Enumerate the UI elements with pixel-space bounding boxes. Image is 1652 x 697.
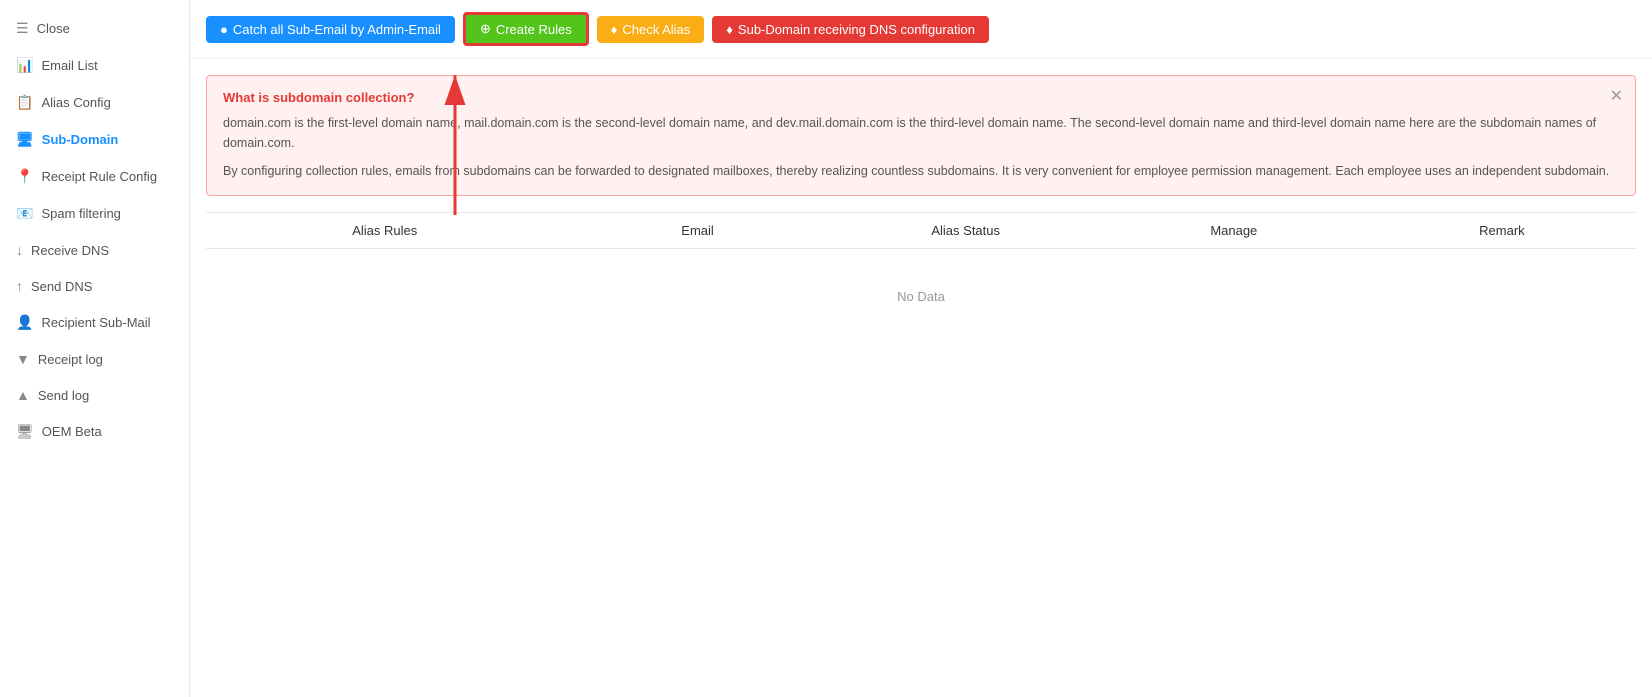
sidebar-label-close: Close [37, 21, 70, 36]
sidebar-item-sub-domain[interactable]: 🖥 Sub-Domain [0, 121, 189, 158]
sidebar-item-spam-filtering[interactable]: 📧 Spam filtering [0, 195, 189, 232]
recipient-sub-mail-icon: 👤 [16, 314, 33, 331]
sidebar-label-send-dns: Send DNS [31, 279, 92, 294]
spam-filtering-icon: 📧 [16, 205, 33, 222]
create-rules-label: Create Rules [496, 22, 572, 37]
sidebar-label-send-log: Send log [38, 388, 89, 403]
send-dns-icon: ↑ [16, 278, 23, 294]
sidebar-label-spam-filtering: Spam filtering [41, 206, 120, 221]
sidebar-item-oem-beta[interactable]: 🖥 OEM Beta [0, 413, 189, 450]
catch-all-button[interactable]: ● Catch all Sub-Email by Admin-Email [206, 16, 455, 43]
sidebar-item-send-dns[interactable]: ↑ Send DNS [0, 268, 189, 304]
col-email: Email [564, 223, 832, 238]
toolbar: ● Catch all Sub-Email by Admin-Email ⊕ C… [190, 0, 1652, 59]
col-manage: Manage [1100, 223, 1368, 238]
sidebar: ☰ Close 📊 Email List 📋 Alias Config 🖥 Su… [0, 0, 190, 697]
col-remark: Remark [1368, 223, 1636, 238]
sidebar-label-receive-dns: Receive DNS [31, 243, 109, 258]
alias-config-icon: 📋 [16, 94, 33, 111]
sidebar-item-alias-config[interactable]: 📋 Alias Config [0, 84, 189, 121]
catch-all-label: Catch all Sub-Email by Admin-Email [233, 22, 441, 37]
sidebar-item-receive-dns[interactable]: ↓ Receive DNS [0, 232, 189, 268]
alias-table: Alias Rules Email Alias Status Manage Re… [206, 212, 1636, 344]
col-alias-status: Alias Status [832, 223, 1100, 238]
sidebar-label-receipt-log: Receipt log [38, 352, 103, 367]
sidebar-label-email-list: Email List [41, 58, 97, 73]
info-box-paragraph-2: By configuring collection rules, emails … [223, 161, 1619, 181]
col-alias-rules: Alias Rules [206, 223, 564, 238]
receipt-rule-config-icon: 📍 [16, 168, 33, 185]
info-box: What is subdomain collection? domain.com… [206, 75, 1636, 196]
close-icon: ☰ [16, 20, 29, 37]
main-content: ● Catch all Sub-Email by Admin-Email ⊕ C… [190, 0, 1652, 697]
sub-domain-dns-button[interactable]: ♦ Sub-Domain receiving DNS configuration [712, 16, 989, 43]
check-alias-button[interactable]: ♦ Check Alias [597, 16, 705, 43]
table-header: Alias Rules Email Alias Status Manage Re… [206, 213, 1636, 249]
sidebar-label-oem-beta: OEM Beta [42, 424, 102, 439]
check-alias-icon: ♦ [611, 22, 618, 37]
receipt-log-icon: ▼ [16, 351, 30, 367]
sidebar-item-email-list[interactable]: 📊 Email List [0, 47, 189, 84]
sidebar-item-receipt-rule-config[interactable]: 📍 Receipt Rule Config [0, 158, 189, 195]
check-alias-label: Check Alias [622, 22, 690, 37]
send-log-icon: ▲ [16, 387, 30, 403]
sidebar-label-alias-config: Alias Config [41, 95, 110, 110]
info-box-close-button[interactable]: ✕ [1610, 86, 1623, 106]
oem-beta-icon: 🖥 [16, 423, 34, 440]
create-rules-icon: ⊕ [480, 21, 491, 37]
sidebar-item-send-log[interactable]: ▲ Send log [0, 377, 189, 413]
sidebar-label-receipt-rule-config: Receipt Rule Config [41, 169, 157, 184]
info-box-paragraph-1: domain.com is the first-level domain nam… [223, 113, 1619, 153]
receive-dns-icon: ↓ [16, 242, 23, 258]
sub-domain-dns-label: Sub-Domain receiving DNS configuration [738, 22, 975, 37]
info-box-title: What is subdomain collection? [223, 90, 1619, 105]
sidebar-label-recipient-sub-mail: Recipient Sub-Mail [41, 315, 150, 330]
email-list-icon: 📊 [16, 57, 33, 74]
catch-all-icon: ● [220, 22, 228, 37]
sidebar-item-recipient-sub-mail[interactable]: 👤 Recipient Sub-Mail [0, 304, 189, 341]
sidebar-item-receipt-log[interactable]: ▼ Receipt log [0, 341, 189, 377]
sub-domain-icon: 🖥 [16, 131, 34, 148]
create-rules-button[interactable]: ⊕ Create Rules [463, 12, 589, 46]
table-empty-message: No Data [206, 249, 1636, 344]
sub-domain-dns-icon: ♦ [726, 22, 733, 37]
sidebar-label-sub-domain: Sub-Domain [42, 132, 119, 147]
sidebar-item-close[interactable]: ☰ Close [0, 10, 189, 47]
